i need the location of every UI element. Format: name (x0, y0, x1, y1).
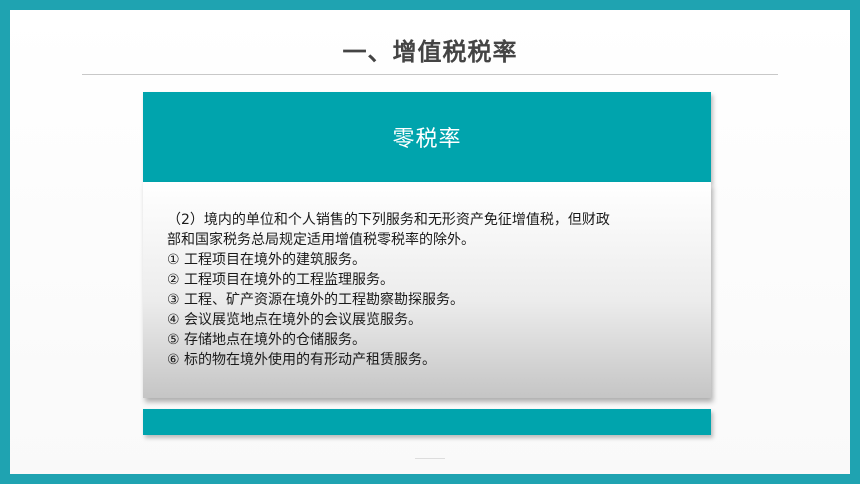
list-item-1: ① 工程项目在境外的建筑服务。 (167, 252, 367, 268)
intro-line-2: 部和国家税务总局规定适用增值税零税率的除外。 (167, 232, 475, 248)
card-header: 零税率 (143, 92, 711, 182)
card-heading: 零税率 (392, 127, 462, 152)
title-divider (82, 74, 778, 75)
intro-line-1: （2）境内的单位和个人销售的下列服务和无形资产免征增值税，但财政 (167, 212, 610, 228)
slide-title: 一、增值税税率 (342, 38, 518, 66)
list-item-3: ③ 工程、矿产资源在境外的工程勘察勘探服务。 (167, 292, 464, 308)
slide-frame: 一、增值税税率 零税率 （2）境内的单位和个人销售的下列服务和无形资产免征增值税… (0, 0, 860, 484)
card-body: （2）境内的单位和个人销售的下列服务和无形资产免征增值税，但财政 部和国家税务总… (143, 182, 711, 398)
slide-canvas: 一、增值税税率 零税率 （2）境内的单位和个人销售的下列服务和无形资产免征增值税… (10, 10, 850, 474)
bottom-divider (415, 458, 445, 459)
list-item-4: ④ 会议展览地点在境外的会议展览服务。 (167, 312, 422, 328)
card-footer-bar (143, 409, 711, 435)
list-item-6: ⑥ 标的物在境外使用的有形动产租赁服务。 (167, 352, 436, 368)
list-item-2: ② 工程项目在境外的工程监理服务。 (167, 272, 395, 288)
list-item-5: ⑤ 存储地点在境外的仓储服务。 (167, 332, 367, 348)
